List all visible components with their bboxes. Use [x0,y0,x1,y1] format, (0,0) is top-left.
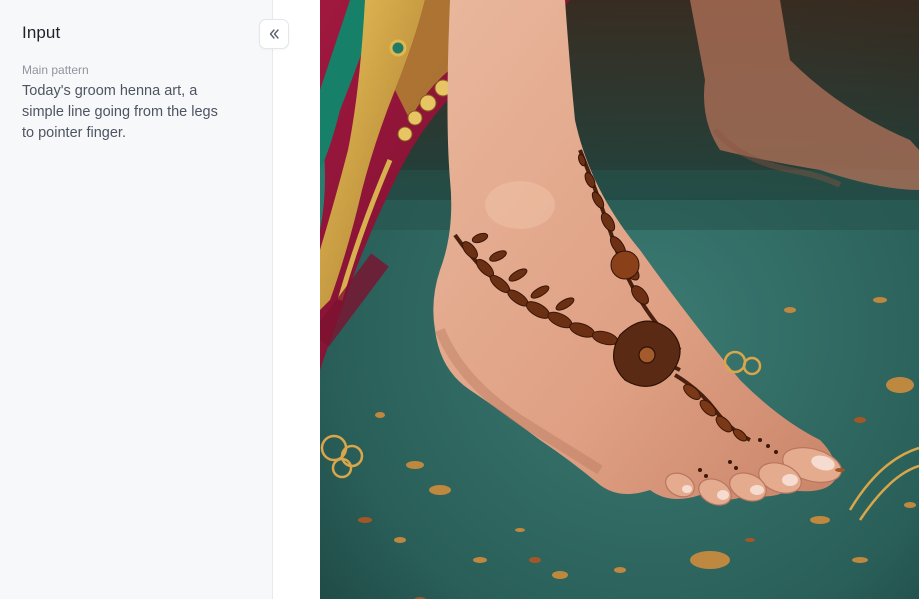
panel-title: Input [22,23,61,42]
panel-gap [273,0,320,599]
collapse-panel-button[interactable] [259,19,289,49]
main-pattern-value: Today's groom henna art, a simple line g… [22,83,218,141]
henna-foot-image [320,0,919,599]
generated-image[interactable] [320,0,919,599]
app-window: Input Main pattern Today's groom henna a… [0,0,919,599]
main-pattern-label: Main pattern [22,63,89,77]
double-chevron-left-icon [267,27,281,41]
input-panel: Input Main pattern Today's groom henna a… [0,0,273,599]
